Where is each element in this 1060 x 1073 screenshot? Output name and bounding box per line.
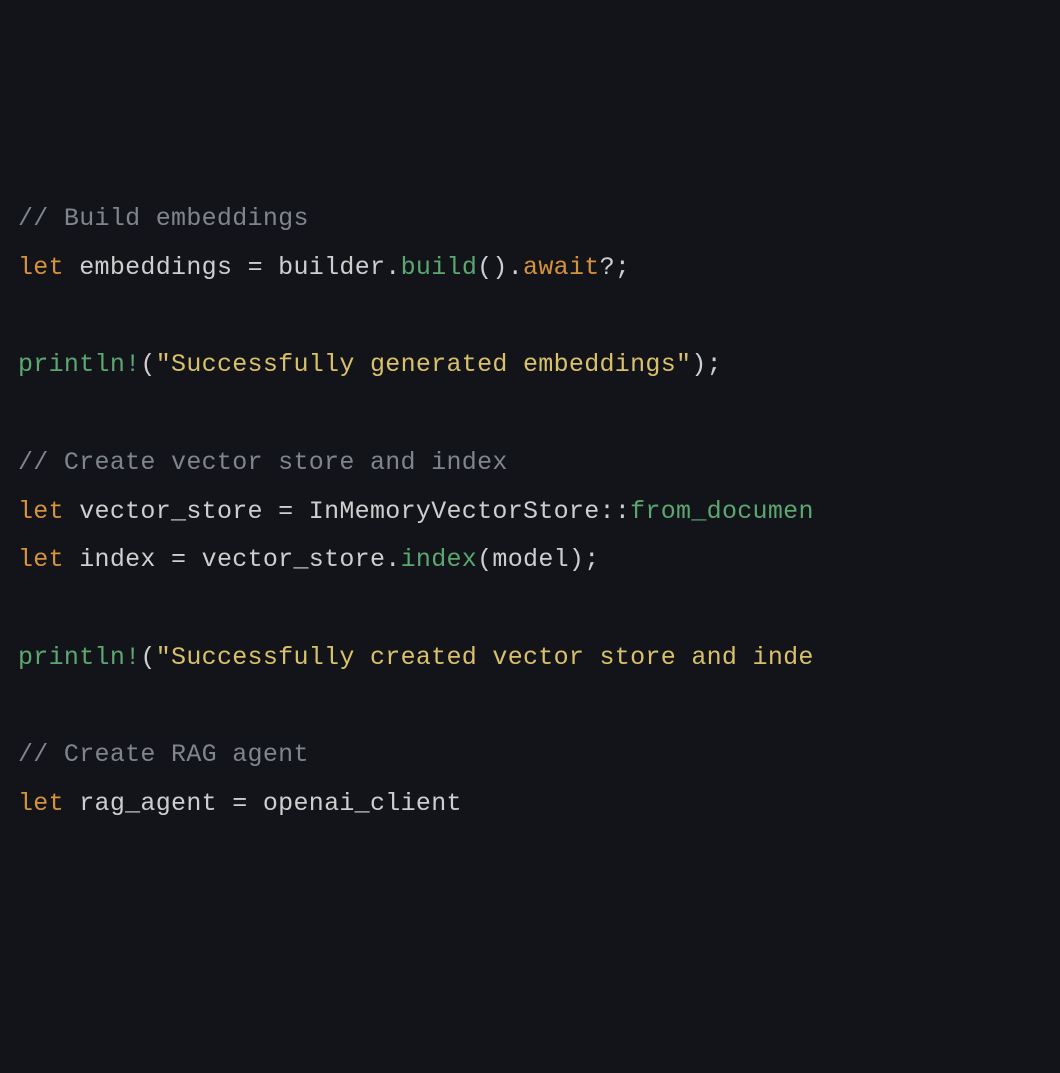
macro-call: println!	[18, 350, 140, 379]
punct: (model);	[477, 545, 599, 574]
code-line: println!("Successfully generated embeddi…	[18, 341, 1042, 390]
code-line: let embeddings = builder.build().await?;	[18, 244, 1042, 293]
blank-line	[18, 683, 1042, 732]
identifier: embeddings	[64, 253, 248, 282]
punct: ?;	[600, 253, 631, 282]
code-line: let rag_agent = openai_client	[18, 780, 1042, 829]
string-literal: "Successfully created vector store and i…	[156, 643, 814, 672]
keyword-await: await	[523, 253, 600, 282]
code-line: let index = vector_store.index(model);	[18, 536, 1042, 585]
identifier: vector_store	[64, 497, 278, 526]
identifier: vector_store.	[186, 545, 400, 574]
keyword-let: let	[18, 253, 64, 282]
blank-line	[18, 585, 1042, 634]
operator: =	[248, 253, 263, 282]
macro-call: println!	[18, 643, 140, 672]
identifier: builder.	[263, 253, 401, 282]
comment: // Create vector store and index	[18, 448, 508, 477]
code-line: let vector_store = InMemoryVectorStore::…	[18, 488, 1042, 537]
identifier: index	[64, 545, 171, 574]
blank-line	[18, 390, 1042, 439]
blank-line	[18, 293, 1042, 342]
comment: // Build embeddings	[18, 204, 309, 233]
code-line: // Build embeddings	[18, 195, 1042, 244]
punct: (	[140, 350, 155, 379]
keyword-let: let	[18, 497, 64, 526]
punct: );	[691, 350, 722, 379]
string-literal: "Successfully generated embeddings"	[156, 350, 692, 379]
function-call: from_documen	[630, 497, 814, 526]
punct: ().	[477, 253, 523, 282]
operator: =	[278, 497, 293, 526]
method-call: index	[401, 545, 478, 574]
method-call: build	[401, 253, 478, 282]
comment: // Create RAG agent	[18, 740, 309, 769]
type-path: InMemoryVectorStore::	[293, 497, 630, 526]
punct: (	[140, 643, 155, 672]
keyword-let: let	[18, 545, 64, 574]
code-line: println!("Successfully created vector st…	[18, 634, 1042, 683]
operator: =	[171, 545, 186, 574]
code-block: // Build embeddings let embeddings = buil…	[18, 195, 1042, 829]
code-line: // Create vector store and index	[18, 439, 1042, 488]
code-line: // Create RAG agent	[18, 731, 1042, 780]
